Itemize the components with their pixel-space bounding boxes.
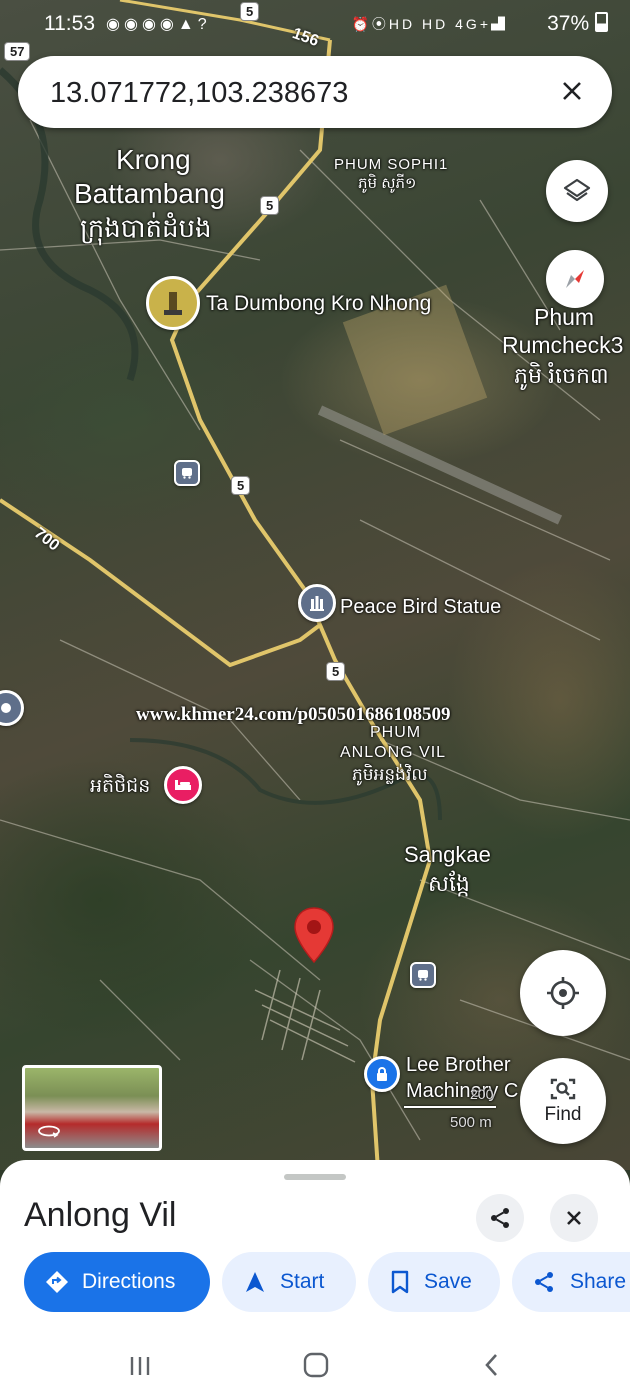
scale-label-200: 200 (470, 1086, 494, 1102)
battery-status: 37% (547, 12, 608, 36)
location-pin-icon[interactable] (292, 906, 336, 966)
system-navigation-bar (0, 1330, 630, 1400)
road-shield-5: 5 (260, 196, 280, 215)
alarm-icon: ⏰ (351, 16, 372, 32)
village-label-anlong-line2: ANLONG VIL (340, 744, 447, 761)
village-label-sophi: PHUM SOPHI1 (334, 156, 449, 173)
bus-stop-marker-2[interactable] (410, 962, 436, 988)
dot-icon (1, 703, 11, 713)
crosshair-icon (547, 977, 579, 1009)
save-label: Save (424, 1270, 472, 1293)
location-icon: ⦿ (371, 16, 389, 32)
messenger-icon: ◉ (141, 16, 160, 33)
search-bar[interactable] (18, 56, 612, 128)
share-button[interactable]: Share (512, 1252, 630, 1312)
share-icon (491, 1208, 509, 1228)
street-view-thumbnail[interactable] (22, 1065, 162, 1151)
layers-icon (563, 178, 591, 202)
poi-label-lee-brother-line2[interactable]: Machinery C (406, 1080, 518, 1103)
home-icon[interactable] (303, 1352, 329, 1378)
city-label-khmer: ក្រុងបាត់ដំបង (80, 213, 212, 243)
signal-icon: ▟ (491, 16, 508, 32)
village-label-anlong-line1: PHUM (370, 724, 422, 741)
place-title: Anlong Vil (24, 1196, 177, 1234)
shop-marker[interactable] (364, 1056, 400, 1092)
clear-search-button[interactable] (554, 74, 590, 110)
village-label-anlong-khmer: ភូមិអន្លង់វិល (352, 765, 428, 784)
messenger-icon: ◉ (159, 16, 178, 33)
ta-dumbong-photo-marker[interactable] (146, 276, 200, 330)
camera-search-icon (550, 1078, 576, 1100)
network-label: HD HD 4G+ (388, 16, 491, 32)
close-icon (567, 1211, 581, 1225)
watermark-text: www.khmer24.com/p050501686108509 (136, 704, 451, 725)
search-input[interactable] (48, 70, 532, 116)
bus-stop-marker[interactable] (174, 460, 200, 486)
town-label-sangkae-khmer: សង្កែ (428, 871, 470, 896)
status-bar: 11:53 ◉◉◉◉▲? ⏰⦿HD HD 4G+▟ 37% (0, 0, 630, 50)
map-view[interactable]: 57 5 156 5 5 5 700 Krong Battambang ក្រុ… (0, 0, 630, 1170)
town-label-sangkae: Sangkae (404, 842, 491, 867)
status-time: 11:53 (44, 12, 95, 35)
city-label-line2: Battambang (74, 178, 225, 209)
find-button[interactable]: Find (520, 1058, 606, 1144)
poi-label-ta-dumbong[interactable]: Ta Dumbong Kro Nhong (206, 292, 431, 316)
sim-question-icon: ? (197, 16, 211, 33)
village-label-sophi-khmer: ភូមិ សូភី១ (358, 175, 417, 192)
bed-icon (175, 780, 191, 790)
village-label-rumcheck-line1: Phum (534, 304, 595, 330)
save-button[interactable]: Save (368, 1252, 500, 1312)
messenger-icon: ◉ (106, 16, 124, 33)
hotel-marker[interactable] (164, 766, 202, 804)
start-button[interactable]: Start (222, 1252, 356, 1312)
start-label: Start (280, 1270, 325, 1293)
statue-icon (164, 292, 182, 315)
city-label-line1: Krong (116, 144, 191, 175)
close-icon (563, 82, 581, 100)
poi-label-peace-bird[interactable]: Peace Bird Statue (340, 596, 501, 619)
system-icons: ⏰⦿HD HD 4G+▟ (351, 14, 508, 34)
my-location-button[interactable] (520, 950, 606, 1036)
notification-icons: ◉◉◉◉▲? (106, 14, 211, 34)
bus-icon (182, 468, 192, 479)
bookmark-icon (391, 1270, 409, 1294)
monument-icon (310, 596, 324, 611)
recent-apps-icon[interactable] (128, 1354, 152, 1378)
road-shield-5: 5 (231, 476, 251, 495)
road-shield-5: 5 (326, 662, 346, 681)
lock-icon (377, 1067, 387, 1081)
navigation-arrow-icon (246, 1272, 264, 1292)
directions-icon (46, 1271, 68, 1293)
directions-label: Directions (82, 1270, 176, 1293)
messenger-icon: ◉ (123, 16, 142, 33)
monument-marker[interactable] (298, 584, 336, 622)
compass-button[interactable] (546, 250, 604, 308)
back-icon[interactable] (482, 1352, 502, 1378)
drag-handle[interactable] (284, 1174, 346, 1180)
village-label-rumcheck-line2: Rumcheck3 (502, 332, 624, 358)
share-label: Share (570, 1270, 627, 1293)
directions-button[interactable]: Directions (24, 1252, 210, 1312)
bell-icon: ▲ (177, 16, 198, 33)
close-sheet-button[interactable] (550, 1194, 598, 1242)
bus-icon (418, 970, 428, 981)
scale-label-500m: 500 m (450, 1114, 492, 1131)
share-icon-button[interactable] (476, 1194, 524, 1242)
rotate-360-icon (38, 1125, 60, 1138)
hotel-label[interactable]: អតិថិជន (90, 774, 150, 802)
compass-icon (566, 270, 584, 288)
battery-icon (595, 12, 608, 32)
layers-button[interactable] (546, 160, 608, 222)
scale-bar (404, 1106, 496, 1108)
find-label: Find (544, 1104, 582, 1125)
battery-percent: 37% (547, 12, 590, 35)
poi-label-lee-brother-line1[interactable]: Lee Brother (406, 1054, 511, 1077)
village-label-rumcheck-khmer: ភូមិ រំចេក៣ (514, 363, 609, 388)
share-icon (535, 1272, 553, 1292)
